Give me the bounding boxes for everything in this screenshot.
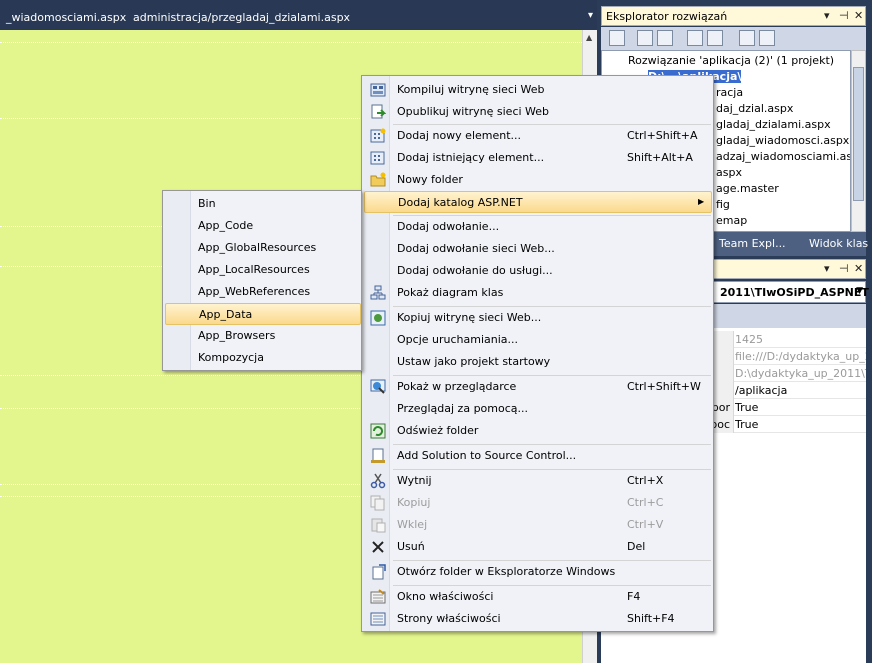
context-menu: Kompiluj witrynę sieci Web Opublikuj wit… <box>361 75 714 632</box>
folder-icon <box>370 172 386 187</box>
browser-icon <box>370 379 386 394</box>
selected-object-label: 2011\TIwOSiPD_ASPNET <box>720 286 869 299</box>
menu-item-property-pages[interactable]: Strony właściwości Shift+F4 <box>364 608 712 630</box>
paste-icon <box>371 518 386 533</box>
menu-item-paste[interactable]: Wklej Ctrl+V <box>364 514 712 536</box>
publish-icon <box>371 104 386 119</box>
window-position-icon[interactable]: ▾ <box>824 262 830 275</box>
delete-icon <box>372 541 384 553</box>
menu-item-properties-window[interactable]: Okno właściwości F4 <box>364 586 712 608</box>
tab-class-view[interactable]: Widok klas <box>809 237 868 250</box>
menu-item-new-folder[interactable]: Nowy folder <box>364 169 712 191</box>
refresh-toolbar-icon[interactable] <box>637 30 653 46</box>
menu-item-browse-with[interactable]: Przeglądaj za pomocą... <box>364 398 712 420</box>
view-code-icon[interactable] <box>687 30 703 46</box>
solution-explorer-titlebar: Eksplorator rozwiązań ▾ ⊣ ✕ <box>601 6 866 26</box>
tab-przegladaj-dzialami[interactable]: administracja/przegladaj_dzialami.aspx <box>133 11 350 24</box>
scroll-thumb[interactable] <box>853 67 864 201</box>
menu-item-add-service-reference[interactable]: Dodaj odwołanie do usługi... <box>364 260 712 282</box>
submenu-item-theme[interactable]: Kompozycja <box>165 347 361 369</box>
window-position-icon[interactable]: ▾ <box>824 9 830 22</box>
tree-item[interactable]: adzaj_wiadomosciami.aspx <box>716 150 850 163</box>
menu-item-add-existing-item[interactable]: Dodaj istniejący element... Shift+Alt+A <box>364 147 712 169</box>
menu-item-add-web-reference[interactable]: Dodaj odwołanie sieci Web... <box>364 238 712 260</box>
property-value: 1425 <box>735 333 763 346</box>
submenu-item-app-globalresources[interactable]: App_GlobalResources <box>165 237 361 259</box>
new-item-icon <box>370 128 386 143</box>
submenu-item-app-data[interactable]: App_Data <box>165 303 361 325</box>
copy-website-toolbar-icon[interactable] <box>739 30 755 46</box>
copy-website-icon <box>370 310 386 326</box>
solution-explorer-title: Eksplorator rozwiązań <box>606 10 728 23</box>
menu-item-view-class-diagram[interactable]: Pokaż diagram klas <box>364 282 712 304</box>
tree-item[interactable]: racja <box>716 86 743 99</box>
scroll-up-icon[interactable]: ▲ <box>586 33 592 42</box>
source-control-icon <box>371 448 385 463</box>
aspnet-folder-submenu: Bin App_Code App_GlobalResources App_Loc… <box>162 190 362 371</box>
menu-item-open-in-explorer[interactable]: Otwórz folder w Eksploratorze Windows <box>364 561 712 583</box>
property-value: /aplikacja <box>735 384 788 397</box>
property-value: D:\dydaktyka_up_2011\TIw <box>735 367 866 380</box>
cut-icon <box>370 473 386 489</box>
class-diagram-icon <box>370 285 386 300</box>
tree-item[interactable]: age.master <box>716 182 779 195</box>
chevron-down-icon[interactable]: ▼ <box>856 286 863 296</box>
solution-tree-scrollbar[interactable] <box>851 50 866 232</box>
auto-hide-pin-icon[interactable]: ⊣ <box>839 9 849 22</box>
menu-item-cut[interactable]: Wytnij Ctrl+X <box>364 470 712 492</box>
property-value: file:///D:/dydaktyka_up_20 <box>735 350 866 363</box>
menu-item-publish-website[interactable]: Opublikuj witrynę sieci Web <box>364 101 712 123</box>
tree-item[interactable]: Rozwiązanie 'aplikacja (2)' (1 projekt) <box>628 54 834 67</box>
submenu-item-app-browsers[interactable]: App_Browsers <box>165 325 361 347</box>
menu-item-add-to-source-control[interactable]: Add Solution to Source Control... <box>364 445 712 467</box>
tree-item[interactable]: gladaj_wiadomosci.aspx <box>716 134 849 147</box>
tab-team-explorer[interactable]: Team Expl... <box>719 237 786 250</box>
tree-item[interactable]: emap <box>716 214 747 227</box>
properties-toolbar-icon[interactable] <box>609 30 625 46</box>
menu-item-add-reference[interactable]: Dodaj odwołanie... <box>364 216 712 238</box>
close-icon[interactable]: ✕ <box>854 9 863 22</box>
menu-item-copy-website[interactable]: Kopiuj witrynę sieci Web... <box>364 307 712 329</box>
submenu-item-bin[interactable]: Bin <box>165 193 361 215</box>
menu-item-start-options[interactable]: Opcje uruchamiania... <box>364 329 712 351</box>
document-tab-strip: _wiadomosciami.aspx administracja/przegl… <box>0 0 597 30</box>
menu-item-view-in-browser[interactable]: Pokaż w przeglądarce Ctrl+Shift+W <box>364 376 712 398</box>
menu-item-copy[interactable]: Kopiuj Ctrl+C <box>364 492 712 514</box>
menu-item-refresh-folder[interactable]: Odśwież folder <box>364 420 712 442</box>
design-divider <box>0 42 582 43</box>
menu-item-add-new-item[interactable]: Dodaj nowy element... Ctrl+Shift+A <box>364 125 712 147</box>
build-icon <box>370 83 386 97</box>
tree-item[interactable]: fig <box>716 198 730 211</box>
open-folder-icon <box>372 564 386 580</box>
menu-item-set-startup-project[interactable]: Ustaw jako projekt startowy <box>364 351 712 373</box>
tab-list-dropdown-icon[interactable]: ▾ <box>588 10 593 21</box>
menu-item-build-website[interactable]: Kompiluj witrynę sieci Web <box>364 79 712 101</box>
menu-item-delete[interactable]: Usuń Del <box>364 536 712 558</box>
copy-icon <box>370 495 385 511</box>
submenu-item-app-webreferences[interactable]: App_WebReferences <box>165 281 361 303</box>
submenu-item-app-localresources[interactable]: App_LocalResources <box>165 259 361 281</box>
asp-config-icon[interactable] <box>759 30 775 46</box>
existing-item-icon <box>370 151 385 165</box>
auto-hide-pin-icon[interactable]: ⊣ <box>839 262 849 275</box>
properties-icon <box>370 589 386 604</box>
property-value: True <box>735 401 759 414</box>
refresh-icon <box>370 423 386 439</box>
tab-wiadomosciami[interactable]: _wiadomosciami.aspx <box>6 11 126 24</box>
menu-item-add-aspnet-folder[interactable]: Dodaj katalog ASP.NET ▶ <box>364 191 712 213</box>
tree-item[interactable]: daj_dzial.aspx <box>716 102 793 115</box>
tree-item[interactable]: gladaj_dzialami.aspx <box>716 118 831 131</box>
close-icon[interactable]: ✕ <box>854 262 863 275</box>
property-pages-icon <box>370 612 386 626</box>
solution-explorer-toolbar <box>601 27 866 50</box>
tree-item[interactable]: aspx <box>716 166 742 179</box>
nest-files-icon[interactable] <box>657 30 673 46</box>
property-value: True <box>735 418 759 431</box>
submenu-item-app-code[interactable]: App_Code <box>165 215 361 237</box>
view-designer-icon[interactable] <box>707 30 723 46</box>
submenu-arrow-icon: ▶ <box>698 197 705 206</box>
